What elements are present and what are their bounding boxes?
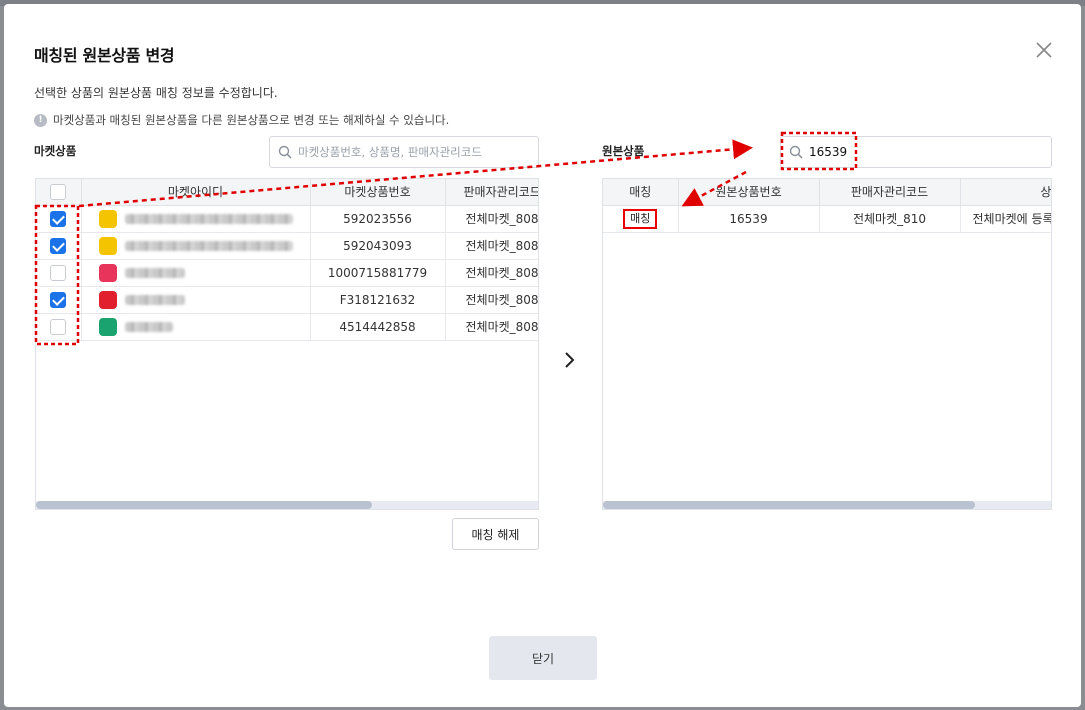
match-cell[interactable]: 매칭 — [603, 205, 679, 233]
coupang-eats-icon — [98, 236, 117, 255]
product-cell: 전체마켓에 등록 — [960, 205, 1051, 233]
search-icon — [789, 145, 803, 159]
auction-icon — [98, 290, 117, 309]
row-select-cell[interactable] — [36, 232, 82, 260]
masked-market-id — [124, 294, 185, 305]
column-header-match[interactable]: 매칭 — [603, 179, 679, 206]
info-icon: ! — [34, 113, 47, 127]
search-icon — [278, 145, 292, 159]
column-header-market-id[interactable]: 마켓아이디 — [81, 179, 311, 206]
row-checkbox[interactable] — [50, 264, 67, 281]
market-grid-scrollbar[interactable] — [36, 501, 538, 509]
row-select-cell[interactable] — [36, 259, 82, 287]
row-select-cell[interactable] — [36, 313, 82, 341]
seller-code-cell: 전체마켓_808 — [445, 205, 538, 233]
origin-grid-scrollbar[interactable] — [603, 501, 1051, 509]
info-notice: ! 마켓상품과 매칭된 원본상품을 다른 원본상품으로 변경 또는 해제하실 수… — [34, 112, 449, 128]
origin-product-grid: 매칭 원본상품번호 판매자관리코드 상품 매칭 16539 전체마켓_810 전… — [602, 178, 1052, 510]
origin-product-label: 원본상품 — [602, 144, 645, 158]
origin-search-input[interactable] — [809, 145, 1029, 159]
market-search-input[interactable] — [298, 145, 518, 159]
unmatch-button[interactable]: 매칭 해제 — [452, 518, 539, 550]
row-checkbox[interactable] — [50, 237, 67, 254]
table-row[interactable]: 592043093 전체마켓_808 — [36, 232, 538, 260]
market-id-cell — [81, 205, 311, 233]
coupang-eats-icon — [98, 209, 117, 228]
modal-description: 선택한 상품의 원본상품 매칭 정보를 수정합니다. — [34, 86, 278, 100]
column-header-product-no[interactable]: 마켓상품번호 — [310, 179, 446, 206]
column-header-seller-code[interactable]: 판매자관리코드 — [445, 179, 538, 206]
seller-code-cell: 전체마켓_808 — [445, 286, 538, 314]
table-row[interactable]: 1000715881779 전체마켓_808 — [36, 259, 538, 287]
seller-code-cell: 전체마켓_808 — [445, 259, 538, 287]
market-id-cell — [81, 286, 311, 314]
product-no-cell: 4514442858 — [310, 313, 446, 341]
origin-grid-header: 매칭 원본상품번호 판매자관리코드 상품 — [603, 179, 1051, 206]
product-no-cell: 592023556 — [310, 205, 446, 233]
gmarket-icon — [98, 317, 117, 336]
ssg-icon — [98, 263, 117, 282]
modal-title: 매칭된 원본상품 변경 — [34, 46, 175, 65]
chevron-right-icon[interactable] — [562, 350, 576, 370]
market-grid-header: 마켓아이디 마켓상품번호 판매자관리코드 — [36, 179, 538, 206]
table-row[interactable]: 4514442858 전체마켓_808 — [36, 313, 538, 341]
market-id-cell — [81, 232, 311, 260]
close-button[interactable]: 닫기 — [489, 636, 597, 680]
market-product-label: 마켓상품 — [34, 144, 77, 158]
masked-market-id — [124, 267, 185, 278]
product-no-cell: F318121632 — [310, 286, 446, 314]
close-icon[interactable] — [1034, 40, 1054, 60]
modal-dialog: 매칭된 원본상품 변경 선택한 상품의 원본상품 매칭 정보를 수정합니다. !… — [4, 4, 1081, 707]
row-checkbox[interactable] — [50, 291, 67, 308]
row-checkbox[interactable] — [50, 318, 67, 335]
column-header-seller-code[interactable]: 판매자관리코드 — [819, 179, 961, 206]
row-checkbox[interactable] — [50, 210, 67, 227]
masked-market-id — [124, 213, 293, 224]
masked-market-id — [124, 240, 293, 251]
info-text: 마켓상품과 매칭된 원본상품을 다른 원본상품으로 변경 또는 해제하실 수 있… — [53, 113, 450, 127]
origin-no-cell: 16539 — [678, 205, 820, 233]
product-no-cell: 1000715881779 — [310, 259, 446, 287]
table-row[interactable]: 592023556 전체마켓_808 — [36, 205, 538, 233]
row-select-cell[interactable] — [36, 205, 82, 233]
market-id-cell — [81, 259, 311, 287]
select-all-checkbox[interactable] — [50, 183, 67, 200]
match-badge[interactable]: 매칭 — [623, 208, 658, 229]
seller-code-cell: 전체마켓_808 — [445, 313, 538, 341]
table-row[interactable]: 매칭 16539 전체마켓_810 전체마켓에 등록 — [603, 205, 1051, 233]
table-row[interactable]: F318121632 전체마켓_808 — [36, 286, 538, 314]
column-header-product[interactable]: 상품 — [960, 179, 1051, 206]
product-no-cell: 592043093 — [310, 232, 446, 260]
seller-code-cell: 전체마켓_810 — [819, 205, 961, 233]
market-product-grid: 마켓아이디 마켓상품번호 판매자관리코드 592023556 전체마켓_808 59… — [35, 178, 539, 510]
market-id-cell — [81, 313, 311, 341]
scrollbar-thumb[interactable] — [603, 501, 975, 509]
origin-search-box[interactable] — [780, 136, 1052, 168]
seller-code-cell: 전체마켓_808 — [445, 232, 538, 260]
scrollbar-thumb[interactable] — [36, 501, 372, 509]
select-all-cell[interactable] — [36, 179, 82, 206]
row-select-cell[interactable] — [36, 286, 82, 314]
column-header-origin-no[interactable]: 원본상품번호 — [678, 179, 820, 206]
market-search-box[interactable] — [269, 136, 539, 168]
masked-market-id — [124, 321, 173, 332]
